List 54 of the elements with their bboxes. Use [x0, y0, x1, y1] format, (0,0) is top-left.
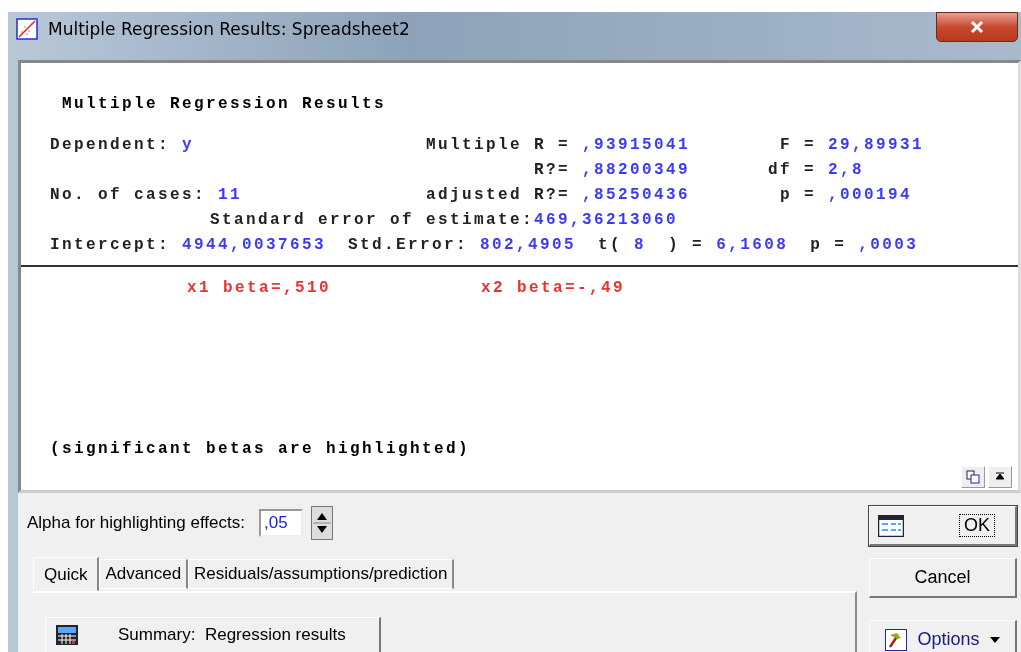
- stat-value: 802,4905: [480, 235, 577, 255]
- tab[interactable]: Advanced: [99, 559, 189, 589]
- hammer-icon: [885, 628, 908, 651]
- copy-icon: [966, 470, 980, 484]
- stat-label: df =: [767, 160, 816, 180]
- table-icon: [56, 625, 78, 645]
- stat-value: 2,8: [828, 160, 865, 180]
- stat-value: ,85250436: [582, 185, 691, 205]
- stat-value: ,0003: [858, 235, 919, 255]
- alpha-field[interactable]: ,05: [259, 509, 303, 537]
- results-note: (significant betas are highlighted): [50, 440, 471, 458]
- stat-value: y: [182, 135, 195, 155]
- stat-value: ,93915041: [582, 135, 691, 155]
- options-button[interactable]: Options: [869, 620, 1017, 652]
- arrow-up-icon: [995, 472, 1005, 482]
- stat-label: F =: [779, 135, 816, 155]
- stat-label: No. of cases:: [50, 185, 207, 205]
- summary-button[interactable]: Summary: Regression results: [45, 617, 381, 652]
- close-icon: [969, 20, 985, 34]
- spin-button[interactable]: [311, 506, 333, 540]
- stat-label: adjusted R?=: [424, 185, 570, 205]
- beta-value: x1 beta=,510: [187, 279, 332, 297]
- stat-value: 6,1608: [716, 235, 789, 255]
- ok-button[interactable]: OK: [869, 506, 1017, 546]
- copy-button[interactable]: [961, 466, 985, 488]
- stat-value: 11: [218, 185, 243, 205]
- stat-value: 469,36213060: [534, 211, 679, 229]
- stat-value: 29,89931: [828, 135, 925, 155]
- stat-value: ,88200349: [582, 160, 691, 180]
- close-button[interactable]: [936, 12, 1018, 42]
- window-title: Multiple Regression Results: Spreadsheet2: [48, 18, 410, 39]
- stat-label: t(: [598, 235, 623, 255]
- tab[interactable]: Quick: [33, 557, 100, 591]
- cancel-button[interactable]: Cancel: [869, 558, 1017, 598]
- stat-label: Multiple R =: [424, 135, 570, 155]
- alpha-label: Alpha for highlighting effects:: [27, 513, 245, 533]
- collapse-button[interactable]: [988, 466, 1012, 488]
- caret-icon: [989, 636, 1000, 643]
- beta-value: x2 beta=-,49: [481, 279, 626, 297]
- stat-value: 8: [634, 235, 647, 255]
- tab[interactable]: Residuals/assumptions/prediction: [188, 559, 455, 589]
- table-icon: [878, 514, 904, 537]
- stat-label: Standard error of estimate:: [210, 211, 535, 229]
- stat-value: 4944,0037653: [182, 235, 327, 255]
- results-heading: Multiple Regression Results: [61, 95, 388, 113]
- stat-label: Dependent:: [50, 135, 170, 155]
- stat-label: Intercept:: [50, 235, 170, 255]
- stat-label: R?=: [533, 160, 570, 180]
- stat-value: ,000194: [828, 185, 913, 205]
- stat-label: Std.Error:: [348, 235, 469, 255]
- stat-label: p =: [810, 235, 847, 255]
- stat-label: p =: [779, 185, 816, 205]
- chart-icon: [16, 17, 38, 40]
- stat-label: ) =: [668, 235, 705, 255]
